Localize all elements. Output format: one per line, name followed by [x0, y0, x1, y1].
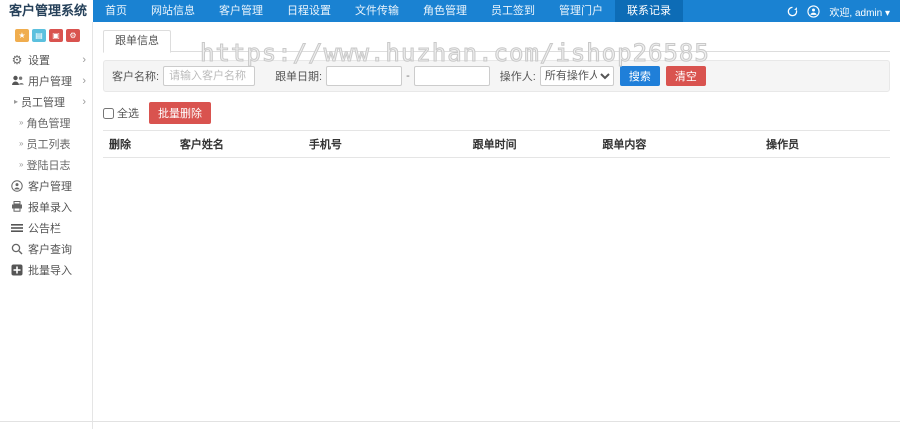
followup-date-label: 跟单日期: [275, 71, 323, 83]
nav-item-customer-mgmt[interactable]: 客户管理 [207, 0, 275, 22]
date-to-input[interactable] [413, 66, 490, 86]
nav-item-contact-records[interactable]: 联系记录 [615, 0, 683, 22]
refresh-icon[interactable] [787, 6, 798, 17]
sidebar-item-employee-list[interactable]: » 员工列表 [0, 133, 92, 154]
sidebar-item-batch-import[interactable]: 批量导入 [0, 259, 92, 280]
app-title: 客户管理系统 [0, 0, 93, 22]
nav-item-checkin[interactable]: 员工签到 [479, 0, 547, 22]
chevron-right-icon: › [82, 74, 86, 87]
customer-name-label: 客户名称: [112, 71, 160, 83]
nav-item-home[interactable]: 首页 [93, 0, 139, 22]
bullet-icon: » [19, 160, 24, 169]
bullet-icon: » [19, 139, 24, 148]
col-header-phone: 手机号 [302, 130, 467, 158]
clear-button[interactable]: 清空 [665, 66, 706, 86]
welcome-text[interactable]: 欢迎, admin ▾ [829, 4, 890, 19]
sidebar-item-login-log[interactable]: » 登陆日志 [0, 154, 92, 175]
operator-label: 操作人: [499, 71, 536, 83]
sidebar-item-role-mgmt[interactable]: » 角色管理 [0, 112, 92, 133]
quick-box-button[interactable]: ▣ [49, 29, 63, 42]
sidebar-item-order-entry[interactable]: 报单录入 [0, 196, 92, 217]
list-icon [10, 223, 24, 233]
person-icon [10, 179, 24, 192]
bullet-icon: » [19, 118, 24, 127]
sidebar-item-settings[interactable]: ⚙ 设置 › [0, 49, 92, 70]
select-all-label: 全选 [117, 108, 139, 120]
nav-item-portal[interactable]: 管理门户 [547, 0, 615, 22]
tab-followup-info[interactable]: 跟单信息 [103, 30, 171, 53]
col-header-delete: 删除 [103, 130, 174, 158]
sidebar-item-customer-mgmt[interactable]: 客户管理 [0, 175, 92, 196]
sidebar-item-employee-mgmt[interactable]: ▸ 员工管理 › [0, 91, 92, 112]
date-from-input[interactable] [326, 66, 403, 86]
top-navbar: 首页 网站信息 客户管理 日程设置 文件传输 角色管理 员工签到 管理门户 联系… [93, 0, 900, 22]
printer-icon [10, 201, 24, 212]
sidebar-item-bulletin[interactable]: 公告栏 [0, 217, 92, 238]
customer-name-input[interactable] [163, 66, 256, 86]
col-header-operator: 操作员 [760, 130, 890, 158]
col-header-followup-time: 跟单时间 [466, 130, 597, 158]
avatar-icon[interactable] [807, 4, 821, 18]
tab-strip: 跟单信息 [103, 30, 890, 53]
nav-item-site-info[interactable]: 网站信息 [139, 0, 207, 22]
col-header-followup-content: 跟单内容 [596, 130, 761, 158]
sidebar-item-customer-query[interactable]: 客户查询 [0, 238, 92, 259]
sidebar: ★ ▤ ▣ ⚙ ⚙ 设置 › 用户管理 › ▸ 员工管理 › » 角色管理 » … [0, 22, 93, 429]
list-toolbar: 全选 批量删除 [103, 102, 890, 124]
operator-select[interactable]: 所有操作人 [539, 66, 614, 86]
nav-item-file-transfer[interactable]: 文件传输 [343, 0, 411, 22]
select-all-checkbox[interactable] [103, 107, 114, 119]
chevron-right-icon: › [82, 95, 86, 108]
col-header-customer-name: 客户姓名 [173, 130, 303, 158]
footer-divider [0, 421, 900, 422]
gears-icon: ⚙ [11, 52, 23, 67]
date-separator: - [406, 70, 410, 82]
sidebar-item-user-mgmt[interactable]: 用户管理 › [0, 70, 92, 91]
main-content: 跟单信息 客户名称: 跟单日期: - 操作人: 所有操作人 搜索 清空 全选 批… [93, 22, 900, 429]
users-icon [10, 75, 24, 86]
plus-square-icon [10, 264, 24, 276]
batch-delete-button[interactable]: 批量删除 [149, 102, 211, 124]
quick-gear-button[interactable]: ⚙ [66, 29, 80, 42]
bullet-icon: ▸ [14, 97, 19, 106]
filter-bar: 客户名称: 跟单日期: - 操作人: 所有操作人 搜索 清空 [103, 60, 890, 92]
nav-item-role-mgmt[interactable]: 角色管理 [411, 0, 479, 22]
search-button[interactable]: 搜索 [619, 66, 660, 86]
quick-buttons: ★ ▤ ▣ ⚙ [0, 22, 92, 49]
followup-table: 删除 客户姓名 手机号 跟单时间 跟单内容 操作员 [103, 130, 890, 158]
caret-down-icon: ▾ [884, 7, 890, 19]
navbar-right: 欢迎, admin ▾ [787, 0, 900, 22]
search-icon [10, 243, 24, 255]
table-header-row: 删除 客户姓名 手机号 跟单时间 跟单内容 操作员 [103, 130, 890, 158]
quick-star-button[interactable]: ★ [15, 29, 29, 42]
chevron-right-icon: › [82, 53, 86, 66]
nav-item-schedule[interactable]: 日程设置 [275, 0, 343, 22]
quick-file-button[interactable]: ▤ [32, 29, 46, 42]
